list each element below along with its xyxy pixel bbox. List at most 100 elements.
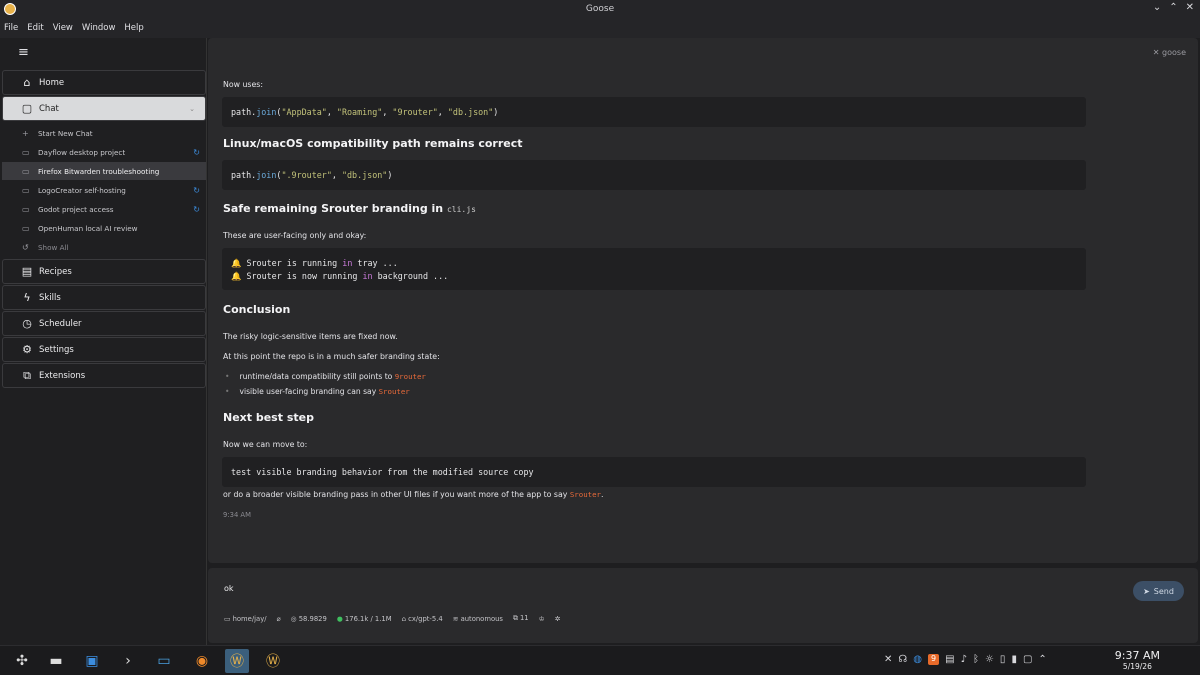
maximize-icon[interactable]: ⌃ xyxy=(1169,2,1177,13)
chat-item[interactable]: ▭ Godot project access ↻ xyxy=(2,200,206,218)
sidebar-item-label: Firefox Bitwarden troubleshooting xyxy=(38,166,160,176)
message-heading: Safe remaining Srouter branding in cli.j… xyxy=(223,202,476,215)
terminal-icon[interactable]: › xyxy=(116,649,140,673)
extensions-icon: ⧉ xyxy=(512,614,520,622)
clock-icon: ◷ xyxy=(22,317,32,330)
model-selector[interactable]: ⌂ cx/gpt-5.4 xyxy=(402,615,443,623)
sidebar-item-recipes[interactable]: ▤ Recipes xyxy=(2,259,206,284)
code-block: 🔔 Srouter is running in tray ... 🔔 Srout… xyxy=(222,248,1086,290)
chat-icon: ▢ xyxy=(21,102,33,115)
menu-edit[interactable]: Edit xyxy=(27,23,43,33)
sidebar-item-chat[interactable]: ▢ Chat ⌄ xyxy=(2,96,206,121)
sidebar-item-scheduler[interactable]: ◷ Scheduler xyxy=(2,311,206,336)
composer: ok ➤ Send ▭ home/jay/ ⌀ ◎ 58.9829 ● 176.1… xyxy=(208,568,1198,643)
menu-window[interactable]: Window xyxy=(82,23,116,33)
list-item: • runtime/data compatibility still points… xyxy=(225,372,426,381)
attach-icon[interactable]: ⌀ xyxy=(277,615,281,623)
chat-item[interactable]: ▭ OpenHuman local AI review xyxy=(2,219,206,237)
show-all-link[interactable]: ↺ Show All xyxy=(2,238,206,256)
store-icon[interactable]: ▣ xyxy=(80,649,104,673)
start-new-chat[interactable]: + Start New Chat xyxy=(2,124,206,142)
send-button[interactable]: ➤ Send xyxy=(1133,581,1184,601)
menu-help[interactable]: Help xyxy=(124,23,143,33)
goose-tray-icon[interactable]: ✕ xyxy=(884,654,892,665)
working-dir[interactable]: ▭ home/jay/ xyxy=(224,615,267,623)
file-icon: ▤ xyxy=(21,265,33,278)
volume-icon[interactable]: ♪ xyxy=(961,654,967,665)
task-manager-icon[interactable]: ▬ xyxy=(44,649,68,673)
firefox-icon[interactable]: ◉ xyxy=(190,649,214,673)
sidebar-item-label: Show All xyxy=(38,242,69,252)
message-heading: Conclusion xyxy=(223,303,291,316)
loading-icon: ↻ xyxy=(193,147,200,157)
message-text: The risky logic-sensitive items are fixe… xyxy=(223,332,398,341)
cost-display: ◎ 58.9829 xyxy=(290,614,327,623)
clock-time: 9:37 AM xyxy=(1114,649,1160,662)
sidebar-item-settings[interactable]: ⚙ Settings xyxy=(2,337,206,362)
app-launcher-icon[interactable]: ✣ xyxy=(10,649,34,673)
notification-badge[interactable]: 9 xyxy=(928,654,940,665)
coin-icon: ◎ xyxy=(290,614,299,623)
sidebar-item-label: Dayflow desktop project xyxy=(38,147,126,157)
sidebar-item-label: Extensions xyxy=(39,370,86,381)
code-block: path.join(".9router", "db.json") xyxy=(222,160,1086,190)
goose-logo-icon xyxy=(4,3,16,15)
browser-tray-icon[interactable]: ◍ xyxy=(913,654,922,665)
menu-bar: File Edit View Window Help xyxy=(0,18,1200,38)
home-icon: ⌂ xyxy=(23,76,31,89)
menu-view[interactable]: View xyxy=(53,23,73,33)
chat-bubble-icon: ▭ xyxy=(22,204,30,214)
goose-app-icon[interactable]: Ⓦ xyxy=(261,649,285,673)
storage-icon[interactable]: ▤ xyxy=(945,654,954,665)
chat-item[interactable]: ▭ Firefox Bitwarden troubleshooting xyxy=(2,162,206,180)
system-tray: ✕ ☊ ◍ 9 ▤ ♪ ᛒ ☼ ▯ ▮ ▢ ⌃ xyxy=(884,654,1047,665)
sidebar: ≡ ⌂ Home ▢ Chat ⌄ + Start New Chat ▭ Dayflow … xyxy=(0,38,207,645)
menu-file[interactable]: File xyxy=(4,23,18,33)
chef-hat-icon[interactable]: ♔ xyxy=(539,615,545,623)
sidebar-item-label: Godot project access xyxy=(38,204,114,214)
usb-icon[interactable]: ▯ xyxy=(1000,654,1006,665)
chat-panel: ✕ goose Now uses: path.join("AppData", "… xyxy=(208,38,1198,563)
hamburger-menu-icon[interactable]: ≡ xyxy=(18,45,29,60)
chat-item[interactable]: ▭ LogoCreator self-hosting ↻ xyxy=(2,181,206,199)
chat-input[interactable]: ok xyxy=(224,584,234,593)
mode-icon: ≋ xyxy=(452,614,461,623)
goose-icon: ✕ xyxy=(1152,48,1163,57)
code-block: test visible branding behavior from the … xyxy=(222,457,1086,487)
brightness-icon[interactable]: ☼ xyxy=(985,654,994,665)
taskbar: ✣ ▬ ▣ › ▭ ◉ Ⓦ Ⓦ ✕ ☊ ◍ 9 ▤ ♪ ᛒ ☼ ▯ ▮ ▢ ⌃ … xyxy=(0,645,1200,675)
sidebar-item-label: OpenHuman local AI review xyxy=(38,223,138,233)
brand-label: goose xyxy=(1162,48,1186,57)
extensions-count[interactable]: ⧉ 11 xyxy=(513,614,529,623)
message-text: These are user-facing only and okay: xyxy=(223,231,367,240)
clock[interactable]: 9:37 AM 5/19/26 xyxy=(1115,649,1160,671)
sidebar-item-home[interactable]: ⌂ Home xyxy=(2,70,206,95)
sidebar-item-label: Recipes xyxy=(39,266,72,277)
clipboard-icon[interactable]: ▢ xyxy=(1023,654,1032,665)
minimize-icon[interactable]: ⌄ xyxy=(1153,2,1161,13)
sidebar-item-extensions[interactable]: ⧉ Extensions xyxy=(2,363,206,388)
message-text: Now uses: xyxy=(223,80,263,89)
sidebar-item-skills[interactable]: ϟ Skills xyxy=(2,285,206,310)
bluetooth-icon[interactable]: ᛒ xyxy=(973,654,979,665)
sidebar-item-label: Home xyxy=(39,77,65,88)
status-dot-icon: ● xyxy=(336,614,345,623)
close-icon[interactable]: ✕ xyxy=(1186,2,1194,13)
goose-app-icon[interactable]: Ⓦ xyxy=(225,649,249,673)
message-heading: Next best step xyxy=(223,411,314,424)
chat-item[interactable]: ▭ Dayflow desktop project ↻ xyxy=(2,143,206,161)
bug-icon[interactable]: ✲ xyxy=(555,615,561,623)
sidebar-item-label: Start New Chat xyxy=(38,128,93,138)
battery-icon[interactable]: ▮ xyxy=(1011,654,1017,665)
chat-bubble-icon: ▭ xyxy=(22,166,30,176)
loading-icon: ↻ xyxy=(193,185,200,195)
headset-icon[interactable]: ☊ xyxy=(898,654,907,665)
send-label: Send xyxy=(1153,586,1174,596)
loading-icon: ↻ xyxy=(193,204,200,214)
file-manager-icon[interactable]: ▭ xyxy=(152,649,176,673)
expand-tray-icon[interactable]: ⌃ xyxy=(1038,654,1046,665)
chat-bubble-icon: ▭ xyxy=(22,147,30,157)
message-text: Now we can move to: xyxy=(223,440,308,449)
mode-selector[interactable]: ≋ autonomous xyxy=(453,615,503,623)
brand: ✕ goose xyxy=(1153,48,1186,57)
